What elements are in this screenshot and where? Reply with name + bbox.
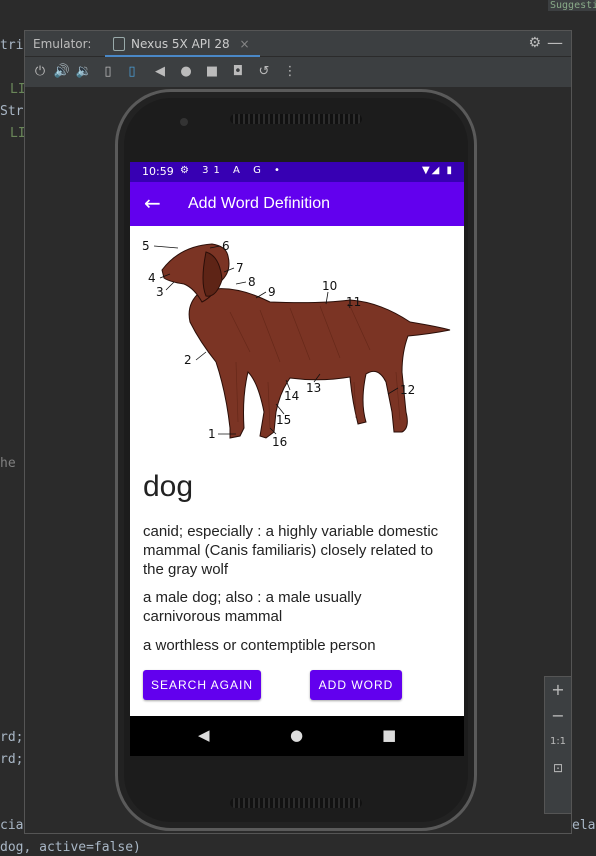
dog-illustration: 5 6 4 3 7 8 9 10 11 2 14 13 12 15 1 16 — [142, 239, 451, 449]
emulator-toolbar: ⏻ 🔊 🔉 ▯ ▯ ◀ ● ■ ◘ ↺ ⋮ — [25, 57, 571, 87]
page-title: Add Word Definition — [188, 195, 330, 212]
image-label: 4 — [148, 271, 156, 285]
code-fragment: Suggesti — [548, 0, 596, 11]
emulator-canvas: 10:59 ⚙ 31 A G • ▼◢ ▮ ← Add Word Definit… — [25, 87, 571, 833]
snapshot-icon[interactable]: ↺ — [255, 63, 273, 81]
android-nav-bar: ◀ ● ■ — [130, 716, 464, 756]
definition-content: 5 6 4 3 7 8 9 10 11 2 14 13 12 15 1 16 d… — [130, 226, 464, 716]
rotate-left-icon[interactable]: ▯ — [99, 63, 117, 81]
image-label: 11 — [346, 295, 361, 309]
speaker-top — [230, 114, 362, 124]
back-icon[interactable]: ◀ — [151, 63, 169, 81]
code-line: rd; — [0, 752, 24, 767]
nav-overview-icon[interactable]: ■ — [382, 726, 396, 744]
app-bar: ← Add Word Definition — [130, 182, 464, 226]
status-notification-icons: ⚙ 31 A G • — [180, 165, 285, 176]
overview-icon[interactable]: ■ — [203, 63, 221, 81]
device-tab-label: Nexus 5X API 28 — [131, 37, 230, 51]
emulator-window: Emulator: Nexus 5X API 28 × ⚙ — ⏻ 🔊 🔉 ▯ … — [24, 30, 572, 834]
image-label: 1 — [208, 427, 216, 441]
nav-home-icon[interactable]: ● — [290, 726, 303, 744]
home-icon[interactable]: ● — [177, 63, 195, 81]
device-icon — [113, 37, 125, 51]
fit-screen-icon[interactable]: ⊡ — [545, 755, 571, 781]
back-arrow-icon[interactable]: ← — [144, 191, 161, 215]
image-label: 8 — [248, 275, 256, 289]
emulator-titlebar: Emulator: Nexus 5X API 28 × ⚙ — — [25, 31, 571, 57]
image-label: 13 — [306, 381, 321, 395]
search-again-button[interactable]: SEARCH AGAIN — [143, 670, 261, 700]
code-line: rd; — [0, 730, 24, 745]
status-bar: 10:59 ⚙ 31 A G • ▼◢ ▮ — [130, 162, 464, 182]
image-label: 12 — [400, 383, 415, 397]
image-label: 10 — [322, 279, 337, 293]
gear-icon[interactable]: ⚙ — [528, 35, 541, 51]
more-icon[interactable]: ⋮ — [281, 63, 299, 81]
image-label: 9 — [268, 285, 276, 299]
emulator-title: Emulator: — [33, 37, 92, 51]
image-label: 3 — [156, 285, 164, 299]
camera-icon[interactable]: ◘ — [229, 63, 247, 81]
definition-1: canid; especially : a highly variable do… — [143, 523, 439, 578]
definition-2: a male dog; also : a male usually carniv… — [143, 589, 362, 625]
volume-down-icon[interactable]: 🔉 — [75, 63, 93, 81]
image-label: 6 — [222, 239, 230, 253]
device-tab[interactable]: Nexus 5X API 28 × — [105, 31, 260, 57]
image-label: 5 — [142, 239, 150, 253]
power-icon[interactable]: ⏻ — [31, 63, 49, 81]
nav-back-icon[interactable]: ◀ — [198, 726, 210, 744]
code-line: he — [0, 456, 16, 471]
minimize-icon[interactable]: — — [547, 33, 563, 52]
emulator-side-tools: + − 1:1 ⊡ — [544, 676, 572, 814]
phone-frame: 10:59 ⚙ 31 A G • ▼◢ ▮ ← Add Word Definit… — [115, 89, 477, 831]
code-fragment: elat — [572, 818, 596, 833]
one-to-one-button[interactable]: 1:1 — [545, 729, 571, 755]
front-camera — [180, 118, 188, 126]
image-label: 15 — [276, 413, 291, 427]
zoom-out-button[interactable]: − — [545, 703, 571, 729]
rotate-right-icon[interactable]: ▯ — [123, 63, 141, 81]
zoom-in-button[interactable]: + — [545, 677, 571, 703]
volume-up-icon[interactable]: 🔊 — [53, 63, 71, 81]
image-label: 7 — [236, 261, 244, 275]
status-time: 10:59 — [142, 165, 174, 178]
add-word-button[interactable]: ADD WORD — [310, 670, 402, 700]
code-line: tri — [0, 38, 24, 53]
image-label: 14 — [284, 389, 299, 403]
close-icon[interactable]: × — [240, 37, 250, 51]
image-label: 16 — [272, 435, 287, 449]
speaker-bottom — [230, 798, 362, 808]
image-label: 2 — [184, 353, 192, 367]
code-line: dog, active=false) — [0, 840, 141, 855]
status-signal-battery-icons: ▼◢ ▮ — [421, 165, 454, 176]
code-line: Str — [0, 104, 24, 119]
code-line: cia — [0, 818, 24, 833]
word-title: dog — [143, 470, 194, 503]
phone-screen: 10:59 ⚙ 31 A G • ▼◢ ▮ ← Add Word Definit… — [130, 162, 464, 756]
definition-3: a worthless or contemptible person — [143, 637, 376, 654]
